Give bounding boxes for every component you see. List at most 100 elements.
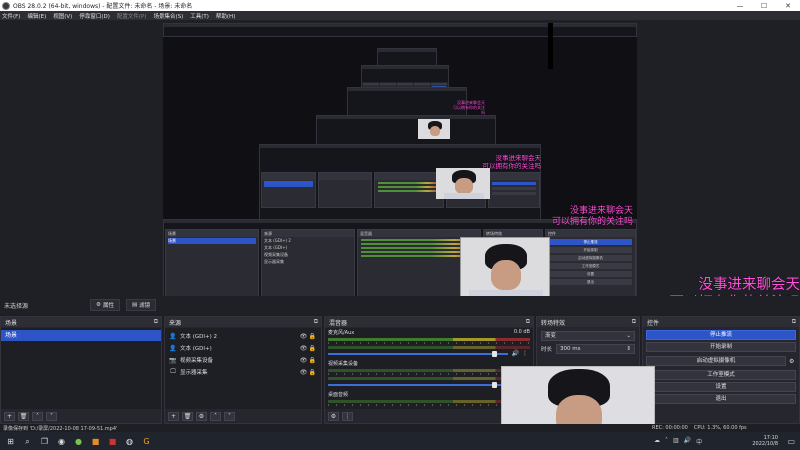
- close-button[interactable]: ✕: [776, 2, 800, 10]
- source-item[interactable]: 👤 文本 (GDI+) 👁 🔒: [165, 342, 321, 354]
- eye-icon[interactable]: 👁: [299, 357, 308, 364]
- menu-docks[interactable]: 停靠窗口(D): [79, 12, 110, 20]
- scene-item[interactable]: 场景: [1, 330, 161, 341]
- mirror-mixer-title: 混音器: [358, 230, 480, 237]
- menu-scene-collection[interactable]: 场景集合(S): [153, 12, 183, 20]
- speaker-icon[interactable]: 🔊: [684, 437, 691, 446]
- window-controls: — ☐ ✕: [728, 2, 800, 10]
- move-up-button[interactable]: ˄: [210, 411, 221, 421]
- mirror-transitions-title: 转场特效: [484, 230, 542, 237]
- mirror-scene-item: 场景: [168, 238, 256, 244]
- scenes-list[interactable]: 场景: [1, 328, 161, 409]
- steam-icon[interactable]: ◉: [57, 437, 66, 446]
- undock-icon[interactable]: ⧉: [632, 318, 636, 326]
- exit-button[interactable]: 退出: [646, 394, 796, 404]
- eye-icon[interactable]: 👁: [299, 369, 308, 376]
- speaker-icon[interactable]: 🔊: [512, 350, 519, 357]
- more-icon[interactable]: ⋮: [522, 350, 528, 357]
- menu-help[interactable]: 帮助(H): [216, 12, 235, 20]
- move-up-button[interactable]: ˄: [32, 411, 43, 421]
- mirror-studio-button: 工作室模式: [549, 263, 632, 269]
- undock-icon[interactable]: ⧉: [314, 318, 318, 326]
- source-item[interactable]: 🖵 显示器采集 👁 🔒: [165, 366, 321, 378]
- move-down-button[interactable]: ˅: [46, 411, 57, 421]
- start-virtual-camera-button[interactable]: 启动虚拟摄像机: [646, 356, 786, 366]
- mirror-settings-button: 设置: [549, 271, 632, 277]
- undock-icon[interactable]: ⧉: [526, 318, 530, 326]
- mirror-source-row: 显示器采集: [264, 259, 284, 264]
- menu-tools[interactable]: 工具(T): [190, 12, 209, 20]
- lock-icon[interactable]: 🔒: [308, 345, 317, 352]
- lock-icon[interactable]: 🔒: [308, 369, 317, 376]
- controls-dock: 控件 ⧉ 停止推流 开始录制 启动虚拟摄像机 ⚙ 工作室模式 设置 退出: [642, 316, 800, 424]
- menu-file[interactable]: 文件(F): [2, 12, 20, 20]
- menu-edit[interactable]: 编辑(E): [27, 12, 46, 20]
- app-g-icon[interactable]: G: [142, 437, 151, 446]
- obs-logo-icon: [2, 1, 10, 10]
- start-recording-button[interactable]: 开始录制: [646, 342, 796, 352]
- preview-area[interactable]: 没事进来聊会天 可以拥有你的关注吗 没事进来聊会天 可以拥有你的关注吗 场景 场…: [0, 20, 800, 311]
- source-name: 显示器采集: [180, 370, 208, 376]
- eye-icon[interactable]: 👁: [299, 345, 308, 352]
- volume-slider[interactable]: 🔊 ⋮: [328, 350, 530, 357]
- ime-icon[interactable]: 中: [696, 437, 702, 446]
- move-down-button[interactable]: ˅: [224, 411, 235, 421]
- settings-button[interactable]: 设置: [646, 382, 796, 392]
- mirror-window-top: [163, 23, 637, 37]
- remove-source-button[interactable]: 🗑: [182, 411, 193, 421]
- source-name: 视频采集设备: [180, 358, 214, 364]
- filters-button[interactable]: ▤ 滤镜: [125, 299, 157, 311]
- app-green-icon[interactable]: ●: [74, 437, 83, 446]
- lock-icon[interactable]: 🔒: [308, 357, 317, 364]
- remove-scene-button[interactable]: 🗑: [18, 411, 29, 421]
- task-view-icon[interactable]: ❐: [40, 437, 49, 446]
- scenes-dock-title: 场景: [5, 319, 18, 327]
- preview-canvas[interactable]: 没事进来聊会天 可以拥有你的关注吗 没事进来聊会天 可以拥有你的关注吗 场景 场…: [163, 23, 637, 311]
- duration-value: 300 ms: [560, 346, 581, 352]
- duration-label: 时长: [541, 347, 553, 353]
- menu-profile[interactable]: 配置文件(P): [117, 12, 147, 20]
- notification-icon[interactable]: ▭: [787, 437, 795, 446]
- sources-list[interactable]: 👤 文本 (GDI+) 2 👁 🔒 👤 文本 (GDI+) 👁 🔒 📷 视频采集…: [165, 328, 321, 409]
- transition-type-value: 渐变: [545, 333, 557, 339]
- gear-icon[interactable]: ⚙: [789, 358, 799, 365]
- transition-type-select[interactable]: 渐变 ⌄: [541, 331, 635, 341]
- mirror-frame: [548, 23, 553, 69]
- mixer-menu-button[interactable]: ⋮: [342, 411, 353, 421]
- duration-spinbox[interactable]: 300 ms ⇕: [556, 344, 635, 354]
- app-red-icon[interactable]: ■: [108, 437, 117, 446]
- undock-icon[interactable]: ⧉: [154, 318, 158, 326]
- source-item[interactable]: 📷 视频采集设备 👁 🔒: [165, 354, 321, 366]
- source-item[interactable]: 👤 文本 (GDI+) 2 👁 🔒: [165, 330, 321, 342]
- cpu-status: CPU: 1.3%, 60.00 fps: [693, 425, 747, 431]
- volume-slider[interactable]: [328, 382, 530, 388]
- window-title: OBS 28.0.2 (64-bit, windows) - 配置文件: 未命名…: [13, 3, 193, 10]
- menu-view[interactable]: 视图(V): [53, 12, 72, 20]
- add-scene-button[interactable]: +: [4, 411, 15, 421]
- eye-icon[interactable]: 👁: [299, 333, 308, 340]
- chevron-up-icon[interactable]: ˄: [665, 437, 668, 446]
- mirror-vcam-button: 启动虚拟摄像机: [549, 255, 632, 261]
- add-source-button[interactable]: +: [168, 411, 179, 421]
- transitions-dock-title: 转场特效: [541, 319, 566, 327]
- maximize-button[interactable]: ☐: [752, 2, 776, 10]
- scenes-dock: 场景 ⧉ 场景 + 🗑 ˄ ˅: [0, 316, 162, 424]
- obs-taskbar-icon[interactable]: ◍: [125, 437, 134, 446]
- windows-start-icon[interactable]: ⊞: [6, 437, 15, 446]
- search-icon[interactable]: ⌕: [23, 437, 32, 446]
- undock-icon[interactable]: ⧉: [792, 318, 796, 326]
- mirror-controls-panel: 控件 停止推流 开始录制 启动虚拟摄像机 工作室模式 设置 退出: [545, 229, 636, 297]
- network-icon[interactable]: ▥: [673, 437, 679, 446]
- cloud-icon[interactable]: ☁: [654, 437, 660, 446]
- studio-mode-button[interactable]: 工作室模式: [646, 370, 796, 380]
- lock-icon[interactable]: 🔒: [308, 333, 317, 340]
- minimize-button[interactable]: —: [728, 2, 752, 10]
- app-orange-icon[interactable]: ■: [91, 437, 100, 446]
- taskbar-clock[interactable]: 17:10 2022/10/8: [752, 435, 778, 448]
- properties-button[interactable]: ⚙ 属性: [90, 299, 120, 311]
- stop-streaming-button[interactable]: 停止推流: [646, 330, 796, 340]
- mixer-settings-button[interactable]: ⚙: [328, 411, 339, 421]
- user-icon: 👤: [169, 344, 177, 352]
- source-properties-button[interactable]: ⚙: [196, 411, 207, 421]
- mixer-dock-title: 混音器: [329, 319, 348, 327]
